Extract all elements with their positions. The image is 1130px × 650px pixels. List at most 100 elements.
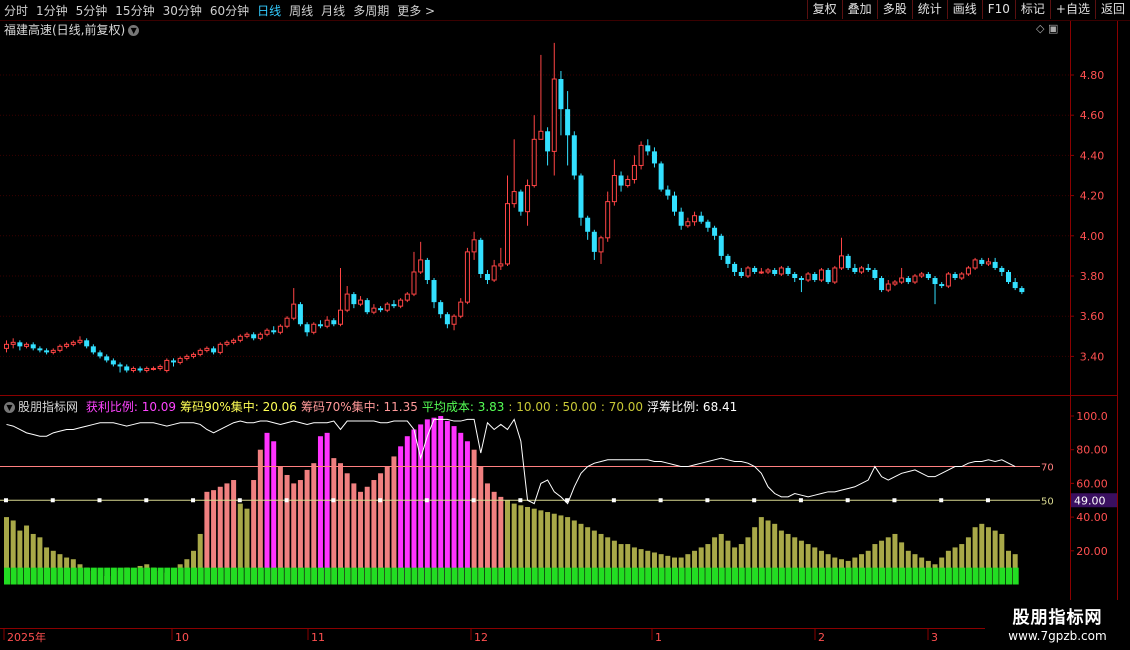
price-panel-title[interactable]: 福建高速(日线,前复权) ▼ [4, 21, 140, 38]
candle [204, 347, 210, 351]
candle [398, 299, 404, 307]
candle [311, 323, 317, 333]
price-axis-label: 4.20 [1080, 190, 1105, 203]
price-axis-label: 4.80 [1080, 69, 1105, 82]
indicator-item-6: : 70.00 [600, 400, 644, 414]
green-band [879, 567, 886, 585]
green-band [692, 567, 699, 585]
candle [344, 293, 350, 311]
candle [104, 356, 110, 361]
candle [979, 259, 985, 264]
candle [625, 179, 631, 187]
candle [845, 255, 851, 268]
candle [698, 215, 704, 222]
green-band [932, 567, 939, 585]
profit-bar [324, 432, 330, 585]
green-band [458, 567, 465, 585]
level-50-dot [237, 498, 242, 503]
green-band [184, 567, 191, 585]
diamond-icon[interactable]: ◇ [1036, 22, 1044, 35]
candle [424, 259, 430, 281]
candle [638, 144, 644, 166]
green-band [805, 567, 812, 585]
candle [17, 342, 23, 347]
float-ratio-line [6, 418, 1016, 505]
window-icon[interactable]: ▣ [1048, 22, 1058, 35]
indicator-panel-title[interactable]: ▼ 股朋指标网 获利比例: 10.09 筹码90%集中: 20.06 筹码70%集中:… [4, 398, 737, 415]
candle [611, 175, 617, 203]
date-label: 2025年 [7, 630, 46, 644]
candle [992, 261, 998, 268]
candle [752, 267, 758, 272]
green-band [985, 567, 992, 585]
stock-title: 福建高速(日线,前复权) [4, 23, 126, 37]
green-band [30, 567, 37, 585]
level-70-label: 70 [1041, 463, 1054, 474]
green-band [611, 567, 618, 585]
candle [738, 271, 744, 276]
candle [10, 341, 16, 345]
chevron-down-icon[interactable]: ▼ [4, 402, 15, 413]
green-band [464, 567, 471, 585]
candle [237, 335, 243, 341]
candle [618, 175, 624, 186]
candle [985, 261, 991, 265]
level-50-dot [331, 498, 336, 503]
candle [678, 211, 684, 226]
candle [177, 357, 183, 363]
green-band [538, 567, 545, 585]
date-label: 3 [931, 631, 938, 644]
candle [24, 343, 30, 347]
green-band [852, 567, 859, 585]
panel-corner-icons: ◇ ▣ [1036, 22, 1058, 35]
candle [1012, 282, 1018, 289]
candle [905, 278, 911, 283]
green-band [110, 567, 117, 585]
candle [732, 263, 738, 272]
candle [364, 300, 370, 313]
green-band [685, 567, 692, 585]
level-50-dot [798, 498, 803, 503]
candle [939, 284, 945, 287]
green-band [518, 567, 525, 585]
candle [585, 217, 591, 232]
candle [672, 195, 677, 212]
green-band [90, 567, 97, 585]
green-band [618, 567, 625, 585]
chart-canvas[interactable]: 4.80 4.60 4.40 4.20 4.00 3.80 3.60 3.40 100.0 80.… [0, 0, 1130, 650]
candle [257, 333, 263, 339]
candle [271, 330, 277, 333]
candle [952, 273, 958, 279]
level-50-dot [50, 498, 55, 503]
green-band [97, 567, 104, 585]
profit-bar [404, 436, 410, 585]
candle [491, 265, 497, 281]
candle [852, 267, 858, 272]
green-band [297, 567, 304, 585]
green-band [311, 567, 318, 585]
candle [1006, 271, 1011, 283]
green-band [177, 567, 184, 585]
green-band [925, 567, 932, 585]
green-band [765, 567, 772, 585]
green-band [358, 567, 365, 585]
green-band [10, 567, 17, 585]
candle [297, 304, 303, 325]
candle [892, 281, 898, 285]
green-band [972, 567, 979, 585]
green-band [284, 567, 291, 585]
profit-bar [458, 432, 464, 585]
date-label: 11 [311, 631, 325, 644]
green-band [511, 567, 518, 585]
green-band [231, 567, 238, 585]
green-band [171, 567, 177, 585]
indicator-item-0: 获利比例: 10.09 [85, 400, 177, 414]
candle [404, 293, 410, 301]
chevron-down-icon[interactable]: ▼ [128, 25, 140, 36]
candle [712, 227, 718, 236]
candle [872, 269, 878, 279]
candle [692, 215, 698, 223]
green-band [391, 567, 398, 585]
green-band [384, 567, 391, 585]
candle [291, 303, 297, 319]
